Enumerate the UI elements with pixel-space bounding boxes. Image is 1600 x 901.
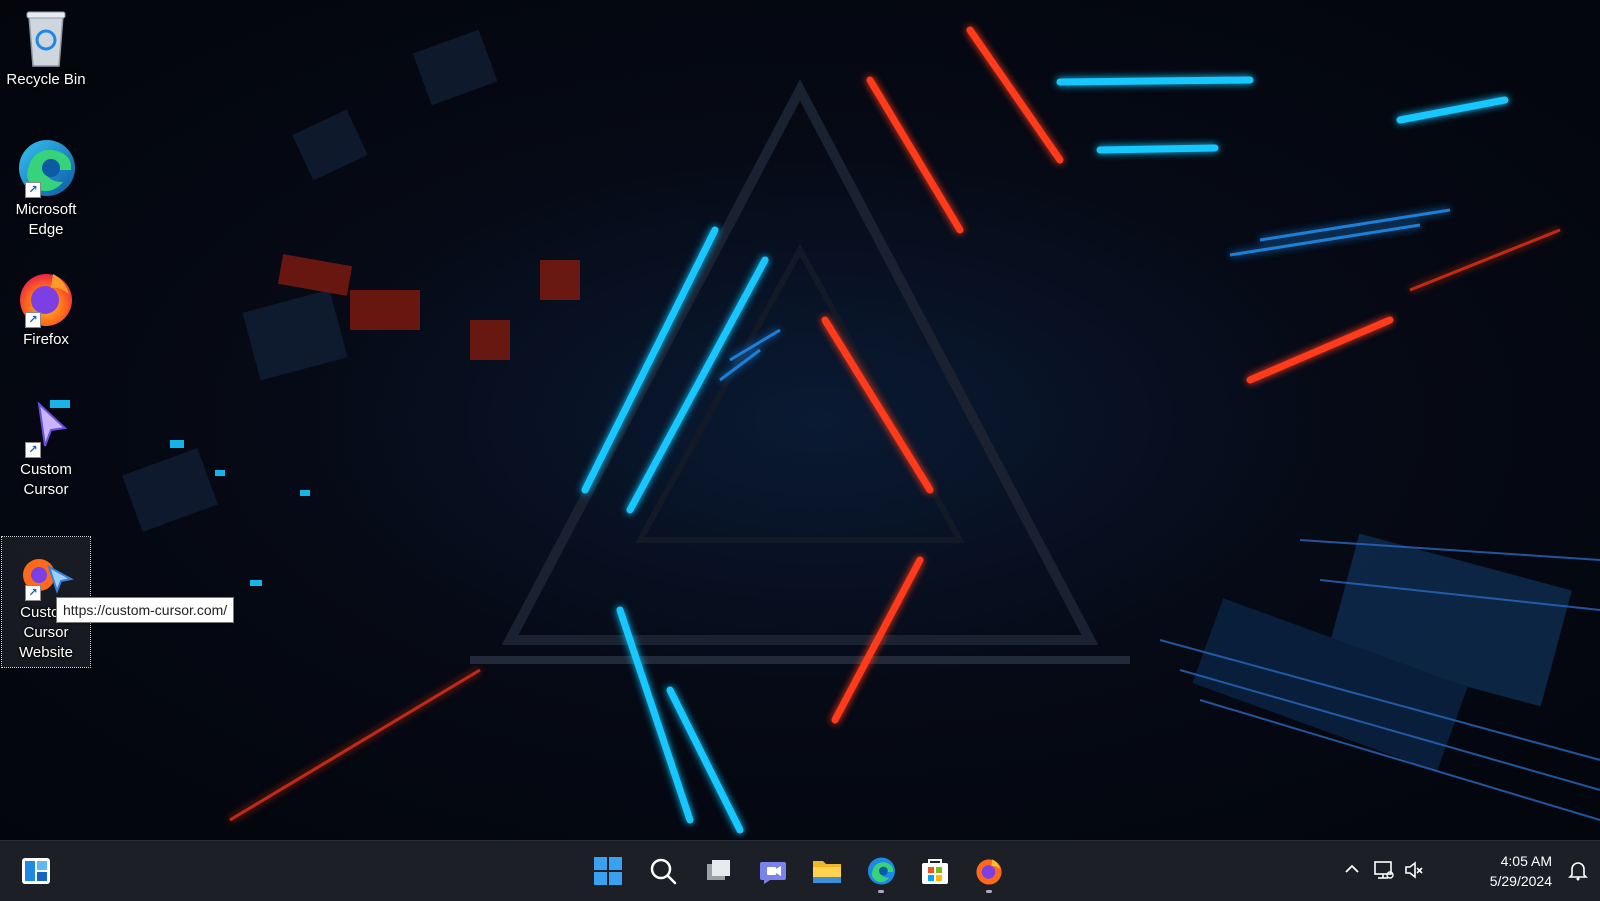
desktop-icon-label: Firefox — [23, 331, 69, 348]
desktop-wallpaper — [0, 0, 1600, 840]
start-button[interactable] — [586, 849, 630, 893]
desktop-icon-label: Microsoft Edge — [15, 201, 77, 238]
desktop-icon-recycle-bin[interactable]: Recycle Bin — [4, 8, 88, 90]
widgets-icon — [22, 858, 50, 884]
taskbar-edge-button[interactable] — [859, 849, 903, 893]
shortcut-arrow-icon: ↗ — [25, 442, 41, 458]
firefox-website-shortcut-icon: ↗ — [15, 541, 77, 601]
teams-chat-icon — [760, 862, 786, 884]
edge-icon: ↗ — [15, 138, 77, 198]
shortcut-arrow-icon: ↗ — [25, 182, 41, 198]
shortcut-arrow-icon: ↗ — [25, 312, 41, 328]
running-indicator — [986, 890, 992, 893]
desktop-icon-label: Custom Cursor — [20, 461, 72, 498]
firefox-icon — [976, 859, 1002, 885]
store-icon — [922, 859, 948, 884]
desktop-icon-label: Recycle Bin — [6, 71, 86, 88]
microsoft-store-button[interactable] — [913, 849, 957, 893]
show-hidden-icons-chevron-icon[interactable] — [1340, 859, 1364, 883]
clock-date: 5/29/2024 — [1489, 873, 1552, 889]
windows-logo-icon — [594, 857, 622, 885]
clock-time: 4:05 AM — [1500, 853, 1552, 869]
cursor-arrow-icon: ↗ — [15, 398, 77, 458]
chat-button[interactable] — [751, 849, 795, 893]
folder-icon — [813, 861, 841, 883]
widgets-button[interactable] — [14, 849, 58, 893]
file-explorer-button[interactable] — [805, 849, 849, 893]
search-button[interactable] — [641, 849, 685, 893]
running-indicator — [878, 890, 884, 893]
taskbar: 4:05 AM 5/29/2024 — [0, 840, 1600, 901]
firefox-icon: ↗ — [15, 268, 77, 328]
url-tooltip: https://custom-cursor.com/ — [56, 597, 235, 623]
task-view-button[interactable] — [696, 849, 740, 893]
system-tray: 4:05 AM 5/29/2024 — [1340, 841, 1600, 901]
network-icon[interactable] — [1372, 859, 1396, 883]
volume-muted-icon[interactable] — [1402, 859, 1426, 883]
neon-triangle-art — [50, 26, 1600, 834]
desktop-icon-firefox[interactable]: ↗ Firefox — [4, 268, 88, 350]
notification-icon[interactable] — [1566, 859, 1590, 883]
taskbar-firefox-button[interactable] — [967, 849, 1011, 893]
search-icon — [650, 858, 677, 885]
taskbar-clock[interactable]: 4:05 AM 5/29/2024 — [1490, 851, 1552, 891]
shortcut-arrow-icon: ↗ — [25, 585, 41, 601]
task-view-icon — [707, 860, 730, 880]
edge-icon — [867, 857, 896, 885]
recycle-bin-icon — [15, 8, 77, 68]
desktop-icon-microsoft-edge[interactable]: ↗ Microsoft Edge — [4, 138, 88, 240]
desktop-icon-custom-cursor[interactable]: ↗ Custom Cursor — [4, 398, 88, 500]
